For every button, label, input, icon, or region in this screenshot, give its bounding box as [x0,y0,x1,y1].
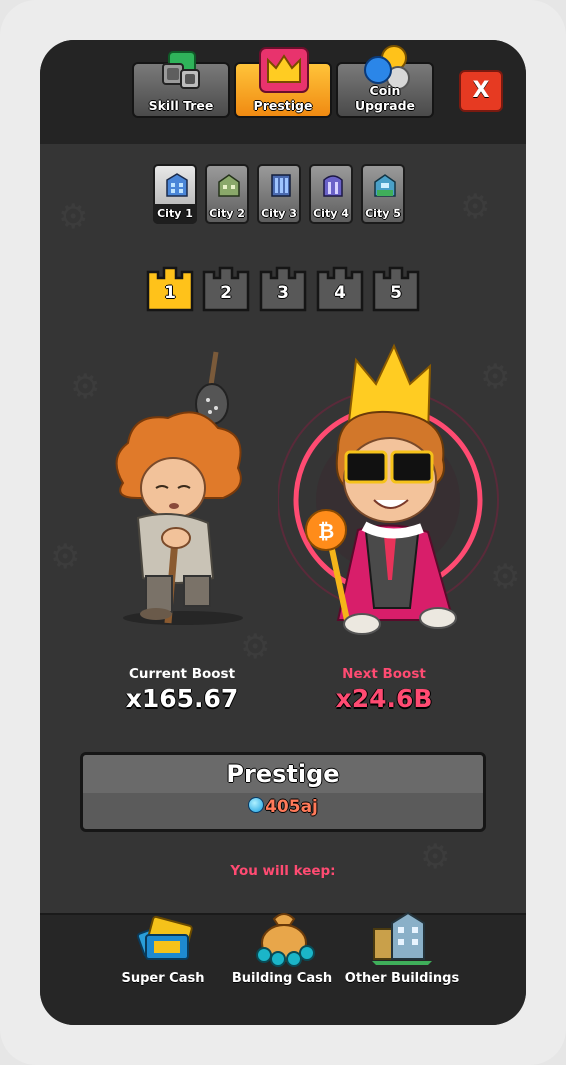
skill-tree-icon [162,51,200,89]
city-tab-2[interactable]: City 2 [205,164,249,224]
close-button[interactable]: X [459,70,503,112]
crown-icon [259,47,309,93]
keep-label: You will keep: [230,863,336,879]
prestige-cost-value: 405aj [265,797,318,817]
keep-item-building-cash: Building Cash [231,971,333,986]
prestige-screen: ⚙ ⚙ ⚙ ⚙ ⚙ ⚙ ⚙ ⚙ ⚙ Skill Tree Prestige [40,40,526,1025]
city-building-icon [271,174,291,197]
city-building-icon [166,173,188,197]
level-crown-2[interactable]: 2 [202,266,250,312]
keep-item-other-buildings: Other Buildings [344,971,460,986]
super-cash-icon [136,915,193,960]
current-boost-value: x165.67 [125,684,239,713]
level-crown-1[interactable]: 1 [146,266,194,312]
city-tab-5[interactable]: City 5 [361,164,405,224]
money-bag-icon [256,913,315,967]
tab-label: Skill Tree [148,98,214,113]
city-building-icon [218,174,240,197]
city-tab-3[interactable]: City 3 [257,164,301,224]
top-tab-bar: Skill Tree Prestige Coin Upgrade X [40,40,526,144]
city-label: City 3 [261,207,297,220]
keep-items-panel: Super Cash Building Cash Other Buildings [40,911,526,1025]
city-label: City 5 [365,207,401,220]
prestige-button-title: Prestige [226,760,340,788]
next-boost-value: x24.6B [335,684,433,713]
level-number: 3 [277,283,289,303]
gem-icon [248,797,265,813]
prestige-cost: 405aj [83,797,483,817]
level-number: 2 [220,283,232,303]
bitcoin-symbol: ₿ [318,519,334,543]
keep-item-super-cash: Super Cash [121,971,205,986]
rich-king-character-illustration: ₿ [278,343,499,635]
tab-skill-tree[interactable]: Skill Tree [132,51,230,118]
city-building-icon [323,175,343,197]
city-label: City 1 [153,204,197,224]
city-tab-1[interactable]: City 1 [153,164,197,224]
level-number: 4 [334,283,346,303]
buildings-icon [372,911,432,965]
tab-label: Coin Upgrade [354,83,416,113]
level-crown-4[interactable]: 4 [316,266,364,312]
poor-character-illustration [115,351,243,625]
city-tab-4[interactable]: City 4 [309,164,353,224]
level-crown-3[interactable]: 3 [259,266,307,312]
next-boost-label: Next Boost [342,666,426,682]
level-crown-5[interactable]: 5 [372,266,420,312]
current-boost-label: Current Boost [128,666,236,682]
tab-prestige[interactable]: Prestige [234,47,332,118]
city-building-icon [374,174,396,197]
level-number: 5 [390,283,402,303]
tab-label: Prestige [253,98,313,113]
prestige-button[interactable]: Prestige 405aj [80,752,486,832]
city-label: City 2 [209,207,245,220]
level-number: 1 [164,283,176,303]
tab-coin-upgrade[interactable]: Coin Upgrade [336,45,434,118]
city-label: City 4 [313,207,349,220]
